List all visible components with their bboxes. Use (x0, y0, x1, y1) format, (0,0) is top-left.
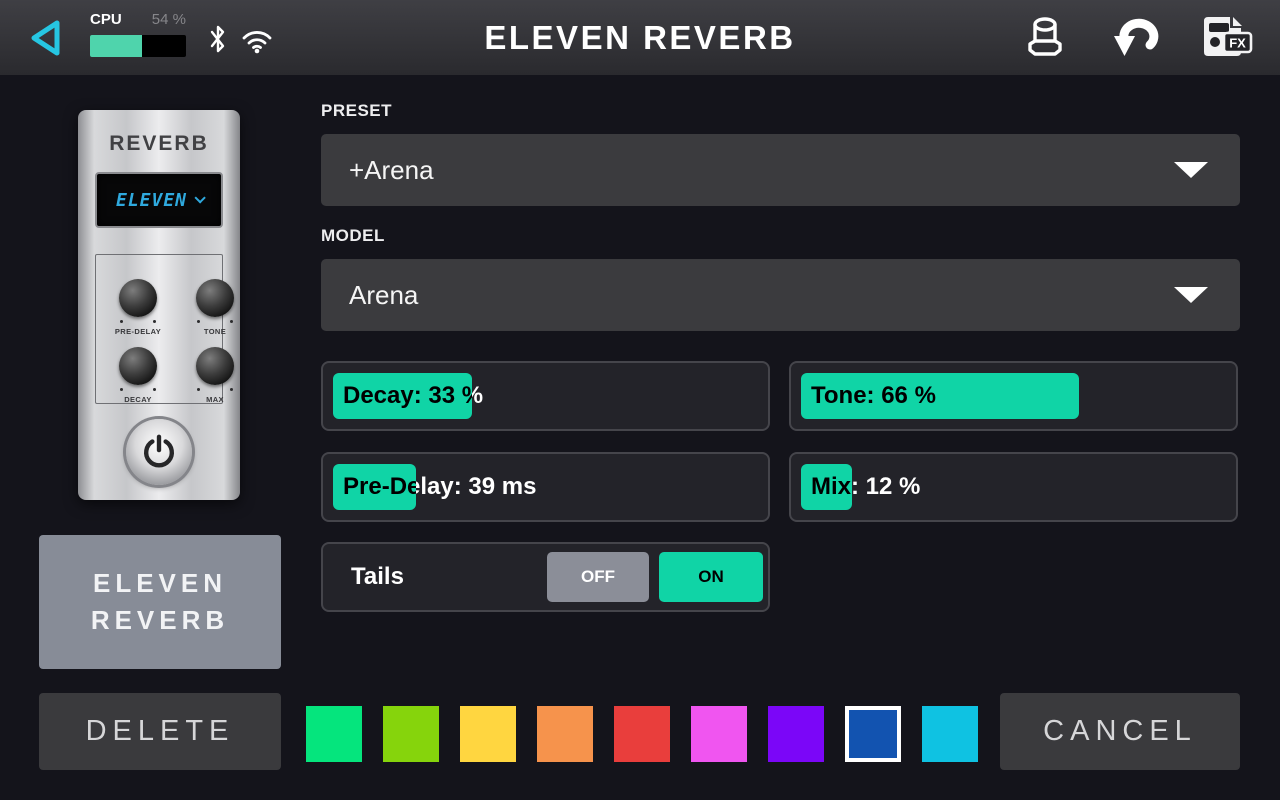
pedal-preview: REVERB ELEVEN PRE-DELAY TONE DECAY MAX (78, 110, 240, 500)
model-value: Arena (349, 280, 418, 311)
knob-panel: PRE-DELAY TONE DECAY MAX (95, 254, 223, 404)
lcd-chevron-icon (194, 192, 205, 203)
tails-label: Tails (351, 544, 404, 610)
color-swatch-green[interactable] (306, 706, 362, 762)
tone-slider[interactable]: Tone: 66 % Tone: 66 % (789, 361, 1238, 431)
decay-slider-fill: Decay: 33 % (333, 373, 472, 419)
pedal-lcd: ELEVEN (95, 172, 223, 228)
lcd-model-text: ELEVEN (116, 190, 187, 211)
max-knob (196, 347, 234, 385)
delete-button[interactable]: DELETE (39, 693, 281, 770)
color-swatch-purple[interactable] (768, 706, 824, 762)
chevron-down-icon (1174, 287, 1208, 303)
decay-knob-label: DECAY (103, 395, 173, 404)
predelay-slider[interactable]: Pre-Delay: 39 ms Pre-Delay: 39 ms (321, 452, 770, 522)
top-hat-icon (1030, 19, 1060, 54)
tails-setting: Tails OFF ON (321, 542, 770, 612)
model-label: MODEL (321, 226, 385, 246)
max-knob-label: MAX (180, 395, 250, 404)
pedal-name: REVERB (78, 132, 240, 156)
pedal-power-button (126, 419, 192, 485)
preset-value: +Arena (349, 155, 434, 186)
decay-knob (119, 347, 157, 385)
color-swatch-lime[interactable] (383, 706, 439, 762)
color-swatch-row (306, 706, 978, 762)
page-title: ELEVEN REVERB (0, 0, 1280, 75)
reassign-arrow-icon (1114, 23, 1154, 56)
fx-pedal-icon: FX (1204, 17, 1251, 56)
preset-label: PRESET (321, 101, 392, 121)
power-icon (140, 433, 178, 471)
eleven-reverb-editor: CPU 54 % ELEVEN REVERB (0, 0, 1280, 800)
color-swatch-orange[interactable] (537, 706, 593, 762)
mix-slider[interactable]: Mix: 12 % Mix: 12 % (789, 452, 1238, 522)
predelay-slider-fill: Pre-Delay: 39 ms (333, 464, 416, 510)
tone-knob-label: TONE (180, 327, 250, 336)
chevron-down-icon (1174, 162, 1208, 178)
tone-knob (196, 279, 234, 317)
top-bar: CPU 54 % ELEVEN REVERB (0, 0, 1280, 75)
tails-on-button[interactable]: ON (659, 552, 763, 602)
fx-pedal-button[interactable]: FX (1196, 12, 1256, 62)
predelay-knob (119, 279, 157, 317)
svg-text:FX: FX (1229, 36, 1246, 51)
reassign-button[interactable] (1112, 14, 1160, 60)
tone-slider-fill: Tone: 66 % (801, 373, 1079, 419)
model-dropdown[interactable]: Arena (321, 259, 1240, 331)
decay-slider[interactable]: Decay: 33 % Decay: 33 % (321, 361, 770, 431)
color-swatch-cyan[interactable] (922, 706, 978, 762)
effect-name-tile: ELEVEN REVERB (39, 535, 281, 669)
color-swatch-red[interactable] (614, 706, 670, 762)
tails-off-button[interactable]: OFF (547, 552, 649, 602)
preset-dropdown[interactable]: +Arena (321, 134, 1240, 206)
color-swatch-yellow[interactable] (460, 706, 516, 762)
color-swatch-magenta[interactable] (691, 706, 747, 762)
hat-button[interactable] (1022, 14, 1068, 60)
cancel-button[interactable]: CANCEL (1000, 693, 1240, 770)
mix-slider-fill: Mix: 12 % (801, 464, 852, 510)
color-swatch-blue[interactable] (845, 706, 901, 762)
predelay-knob-label: PRE-DELAY (103, 327, 173, 336)
